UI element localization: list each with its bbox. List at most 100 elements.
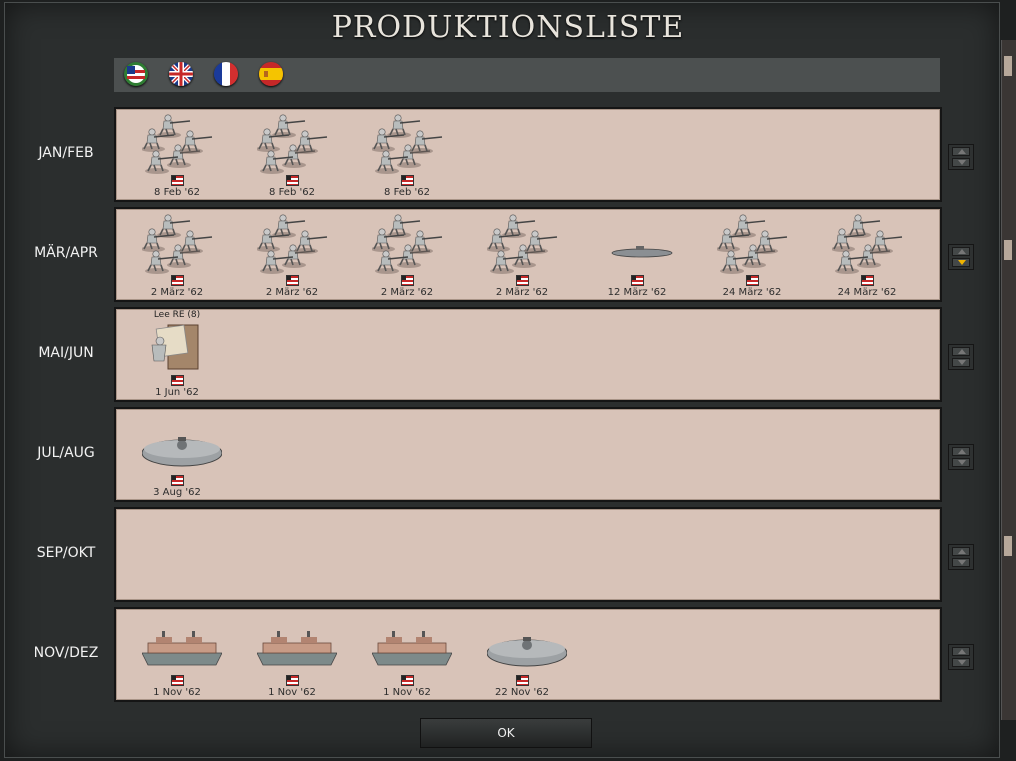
scroll-up-button[interactable] [952,147,970,156]
row-label-jul-aug: JUL/AUG [37,445,95,461]
production-row-mai-jun: Lee RE (8) 1 Jun '62 [114,307,942,402]
scroll-down-button[interactable] [952,358,970,367]
confederacy-flag-icon [516,275,529,286]
unit-leader[interactable]: Lee RE (8) 1 Jun '62 [132,309,222,401]
ok-button[interactable]: OK [420,718,592,748]
unit-riverboat[interactable]: 1 Nov '62 [132,609,223,701]
row-scroll-control [948,544,974,570]
riverboat-icon [371,611,453,675]
scroll-down-button[interactable] [952,258,970,267]
production-row-jul-aug: 3 Aug '62 [114,407,942,502]
unit-completion-date: 24 März '62 [722,287,782,298]
riverboat-icon [141,611,223,675]
confederacy-flag-icon [516,675,529,686]
scroll-down-button[interactable] [952,458,970,467]
production-row-sep-okt [114,507,942,602]
confederacy-flag-icon [171,375,184,386]
unit-riverboat[interactable]: 1 Nov '62 [362,609,453,701]
unit-submarine[interactable]: 12 März '62 [592,209,682,301]
submarine-icon [602,211,682,275]
infantry-icon [256,111,337,175]
row-scroll-control [948,444,974,470]
row-label-sep-okt: SEP/OKT [36,545,96,561]
unit-infantry[interactable]: 8 Feb '62 [132,109,222,201]
unit-completion-date: 1 Jun '62 [155,387,199,398]
unit-infantry[interactable]: 8 Feb '62 [362,109,452,201]
confederacy-flag-icon[interactable] [124,62,148,86]
unit-completion-date: 2 März '62 [495,287,549,298]
window-title: PRODUKTIONSLISTE [331,10,685,45]
confederacy-flag-icon [286,175,299,186]
infantry-icon [716,211,797,275]
confederacy-flag-icon [171,675,184,686]
unit-infantry[interactable]: 24 März '62 [707,209,797,301]
confederacy-flag-icon [401,175,414,186]
confederacy-flag-icon [171,275,184,286]
nation-filter-bar [114,58,940,92]
france-flag-icon[interactable] [214,62,238,86]
uk-flag-icon[interactable] [169,62,193,86]
row-label-jan-feb: JAN/FEB [38,145,94,161]
unit-infantry[interactable]: 24 März '62 [822,209,912,301]
unit-infantry[interactable]: 2 März '62 [362,209,452,301]
ironclad-icon [486,611,568,675]
row-scroll-control [948,144,974,170]
scroll-up-button[interactable] [952,347,970,356]
unit-completion-date: 22 Nov '62 [494,687,550,698]
scroll-up-button[interactable] [952,547,970,556]
infantry-icon [371,111,452,175]
unit-infantry[interactable]: 2 März '62 [477,209,567,301]
unit-infantry[interactable]: 2 März '62 [132,209,222,301]
confederacy-flag-icon [401,675,414,686]
scroll-up-button[interactable] [952,647,970,656]
leader-icon [142,311,222,375]
scroll-down-button[interactable] [952,558,970,567]
scroll-down-button[interactable] [952,158,970,167]
row-scroll-control [948,244,974,270]
spain-flag-icon[interactable] [259,62,283,86]
production-row-nov-dez: 1 Nov '62 1 Nov '62 1 Nov '62 22 Nov '62 [114,607,942,702]
unit-completion-date: 8 Feb '62 [154,187,200,198]
scroll-down-button[interactable] [952,658,970,667]
row-label-nov-dez: NOV/DEZ [33,645,99,661]
unit-name: Lee RE (8) [153,310,201,320]
background-window-edge [1001,40,1016,720]
row-scroll-control [948,344,974,370]
scroll-up-button[interactable] [952,247,970,256]
infantry-icon [141,211,222,275]
ironclad-icon [141,411,223,475]
unit-infantry[interactable]: 8 Feb '62 [247,109,337,201]
row-scroll-control [948,644,974,670]
confederacy-flag-icon [631,275,644,286]
confederacy-flag-icon [171,475,184,486]
unit-completion-date: 1 Nov '62 [153,687,201,698]
unit-completion-date: 1 Nov '62 [268,687,316,698]
infantry-icon [371,211,452,275]
infantry-icon [141,111,222,175]
infantry-icon [831,211,912,275]
confederacy-flag-icon [861,275,874,286]
row-label-mar-apr: MÄR/APR [34,245,98,261]
confederacy-flag-icon [286,275,299,286]
unit-infantry[interactable]: 2 März '62 [247,209,337,301]
unit-completion-date: 8 Feb '62 [384,187,430,198]
infantry-icon [486,211,567,275]
riverboat-icon [256,611,338,675]
unit-completion-date: 1 Nov '62 [383,687,431,698]
scroll-up-button[interactable] [952,447,970,456]
unit-completion-date: 3 Aug '62 [153,487,201,498]
unit-completion-date: 2 März '62 [265,287,319,298]
unit-completion-date: 8 Feb '62 [269,187,315,198]
unit-ironclad[interactable]: 22 Nov '62 [477,609,568,701]
production-row-mar-apr: 2 März '62 2 März '62 2 März '62 2 März … [114,207,942,302]
unit-riverboat[interactable]: 1 Nov '62 [247,609,338,701]
production-row-jan-feb: 8 Feb '62 8 Feb '62 8 Feb '62 [114,107,942,202]
confederacy-flag-icon [746,275,759,286]
unit-completion-date: 2 März '62 [380,287,434,298]
confederacy-flag-icon [286,675,299,686]
confederacy-flag-icon [401,275,414,286]
unit-ironclad[interactable]: 3 Aug '62 [132,409,223,501]
unit-completion-date: 2 März '62 [150,287,204,298]
confederacy-flag-icon [171,175,184,186]
unit-completion-date: 24 März '62 [837,287,897,298]
